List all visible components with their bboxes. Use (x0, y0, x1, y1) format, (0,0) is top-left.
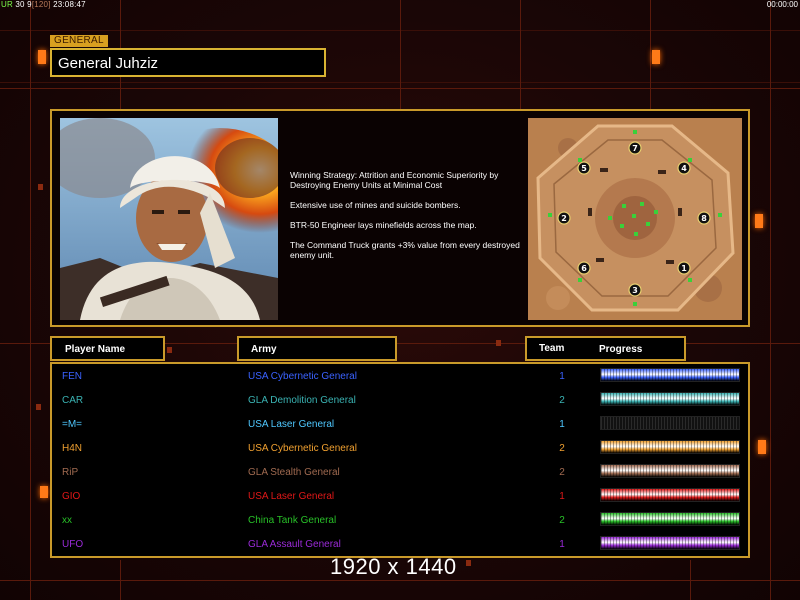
player-row: GIO USA Laser General 1 (0, 484, 800, 508)
map-slot: 3 (628, 283, 642, 297)
glow-accent (167, 347, 172, 353)
map-slot: 2 (557, 211, 571, 225)
progress-fill (601, 393, 739, 405)
map-slot: 6 (577, 261, 591, 275)
progress-bar (600, 416, 740, 430)
map-slot: 7 (628, 141, 642, 155)
player-army: GLA Assault General (248, 539, 341, 550)
progress-bar (600, 392, 740, 406)
deco-line (650, 0, 651, 110)
player-row: FEN USA Cybernetic General 1 (0, 364, 800, 388)
map-slot: 5 (577, 161, 591, 175)
map-slot-label: 3 (632, 286, 638, 295)
player-row: CAR GLA Demolition General 2 (0, 388, 800, 412)
player-army: USA Cybernetic General (248, 371, 357, 382)
time-value: 23:08:47 (53, 0, 86, 9)
player-name: RiP (62, 467, 79, 478)
player-row: =M= USA Laser General 1 (0, 412, 800, 436)
player-team: 1 (559, 539, 565, 550)
player-team: 1 (559, 419, 565, 430)
player-name: CAR (62, 395, 84, 406)
player-row: UFO GLA Assault General 1 (0, 532, 800, 556)
strategy-line: Winning Strategy: Attrition and Economic… (290, 170, 499, 190)
player-team: 2 (559, 467, 565, 478)
player-name: =M= (62, 419, 83, 430)
progress-fill (601, 441, 739, 453)
header-label: Army (251, 344, 277, 355)
army-header: Army (237, 336, 397, 361)
player-army: USA Laser General (248, 419, 335, 430)
map-slot: 8 (697, 211, 711, 225)
general-portrait (60, 118, 278, 320)
player-team: 2 (559, 515, 565, 526)
glow-accent (38, 184, 43, 190)
player-name-header: Player Name (50, 336, 165, 361)
strategy-line: BTR-50 Engineer lays minefields across t… (290, 220, 477, 230)
player-name: FEN (62, 371, 82, 382)
progress-fill (601, 465, 739, 477)
player-army: USA Cybernetic General (248, 443, 357, 454)
player-team: 1 (559, 491, 565, 502)
player-name: xx (62, 515, 72, 526)
deco-line (690, 560, 691, 600)
map-slot-label: 6 (581, 264, 587, 273)
player-name: GIO (62, 491, 81, 502)
player-army: GLA Demolition General (248, 395, 356, 406)
glow-accent (755, 214, 763, 228)
progress-fill (601, 369, 739, 381)
glow-accent (652, 50, 660, 64)
progress-bar (600, 488, 740, 502)
deco-line (400, 0, 401, 110)
progress-fill (601, 513, 739, 525)
player-army: GLA Stealth General (248, 467, 340, 478)
deco-line (120, 560, 121, 600)
progress-bar (600, 536, 740, 550)
general-name-box: General Juhziz (50, 48, 326, 77)
game-clock: 00:00:00 (766, 0, 798, 9)
progress-bar (600, 368, 740, 382)
glow-accent (38, 50, 46, 64)
glow-accent (466, 560, 471, 566)
fps-value: 30 (15, 0, 25, 9)
map-slot-label: 1 (681, 264, 687, 273)
progress-fill (601, 489, 739, 501)
player-army: USA Laser General (248, 491, 335, 502)
map-slot-label: 2 (561, 214, 567, 223)
progress-bar (600, 464, 740, 478)
player-name: UFO (62, 539, 84, 550)
resolution-label: 1920 x 1440 (330, 554, 457, 579)
team-header-label: Team (539, 343, 565, 354)
map-slot-label: 4 (681, 164, 687, 173)
player-name: H4N (62, 443, 83, 454)
map-slot-label: 8 (701, 214, 707, 223)
team-progress-header: Team Progress (525, 336, 686, 361)
progress-fill (601, 537, 739, 549)
frame-total: 120 (34, 0, 49, 9)
progress-header-label: Progress (599, 344, 643, 355)
player-team: 2 (559, 395, 565, 406)
fps-label: UR (1, 0, 13, 9)
map-slot-label: 5 (581, 164, 587, 173)
player-row: H4N USA Cybernetic General 2 (0, 436, 800, 460)
progress-bar (600, 512, 740, 526)
strategy-line: Extensive use of mines and suicide bombe… (290, 200, 461, 210)
general-tag: GENERAL (50, 35, 108, 47)
header-label: Player Name (65, 344, 126, 355)
map-slot: 4 (677, 161, 691, 175)
player-row: RiP GLA Stealth General 2 (0, 460, 800, 484)
strategy-description: Winning Strategy: Attrition and Economic… (290, 170, 526, 270)
general-name: General Juhziz (58, 55, 159, 72)
map-slot: 1 (677, 261, 691, 275)
player-team: 1 (559, 371, 565, 382)
player-army: China Tank General (248, 515, 337, 526)
strategy-line: The Command Truck grants +3% value from … (290, 240, 520, 260)
glow-accent (496, 340, 501, 346)
map-preview: 7 5 4 2 8 6 1 3 (528, 118, 742, 320)
map-slot-label: 7 (632, 144, 638, 153)
progress-bar (600, 440, 740, 454)
deco-line (520, 0, 521, 110)
player-row: xx China Tank General 2 (0, 508, 800, 532)
status-readout: UR 30 9[120] 23:08:47 (1, 0, 86, 9)
player-team: 2 (559, 443, 565, 454)
